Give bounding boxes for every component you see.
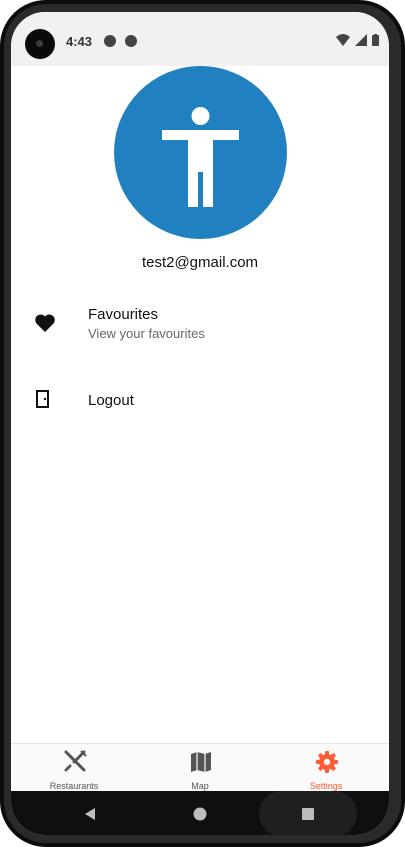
bottom-tab-bar: Restaurants Map Settings	[11, 743, 389, 792]
status-time: 4:43	[66, 34, 93, 49]
notification-a-icon	[104, 35, 116, 47]
accessibility-person-icon	[162, 107, 239, 207]
battery-icon	[372, 34, 379, 46]
tab-map[interactable]: Map	[137, 744, 263, 792]
status-right-icons	[336, 34, 379, 46]
device-frame: 4:43 test2@gmail.com Favourites View you…	[0, 0, 405, 847]
favourites-item[interactable]: Favourites View your favourites	[11, 298, 389, 368]
wifi-icon	[336, 34, 350, 46]
status-bar: 4:43	[11, 12, 389, 66]
heart-icon	[35, 314, 55, 332]
system-navigation-bar	[11, 791, 389, 835]
front-camera	[25, 29, 55, 59]
tab-settings[interactable]: Settings	[263, 744, 389, 792]
user-email: test2@gmail.com	[141, 254, 259, 271]
tab-settings-label: Settings	[309, 781, 343, 791]
tab-restaurants-label: Restaurants	[49, 781, 99, 791]
app-screen: 4:43 test2@gmail.com Favourites View you…	[11, 12, 389, 835]
avatar	[114, 66, 287, 239]
favourites-title: Favourites	[88, 306, 159, 323]
recents-icon[interactable]	[301, 807, 315, 821]
back-icon[interactable]	[83, 807, 97, 821]
logout-title: Logout	[88, 392, 134, 409]
notification-p-icon	[125, 35, 137, 47]
tab-restaurants[interactable]: Restaurants	[11, 744, 137, 792]
door-icon	[36, 390, 49, 408]
gear-icon	[316, 751, 338, 773]
home-icon[interactable]	[193, 807, 207, 821]
logout-item[interactable]: Logout	[11, 382, 389, 422]
signal-icon	[355, 34, 367, 46]
favourites-subtitle: View your favourites	[88, 326, 205, 341]
map-icon	[191, 752, 211, 772]
fork-knife-icon	[64, 750, 87, 772]
tab-map-label: Map	[191, 781, 209, 791]
